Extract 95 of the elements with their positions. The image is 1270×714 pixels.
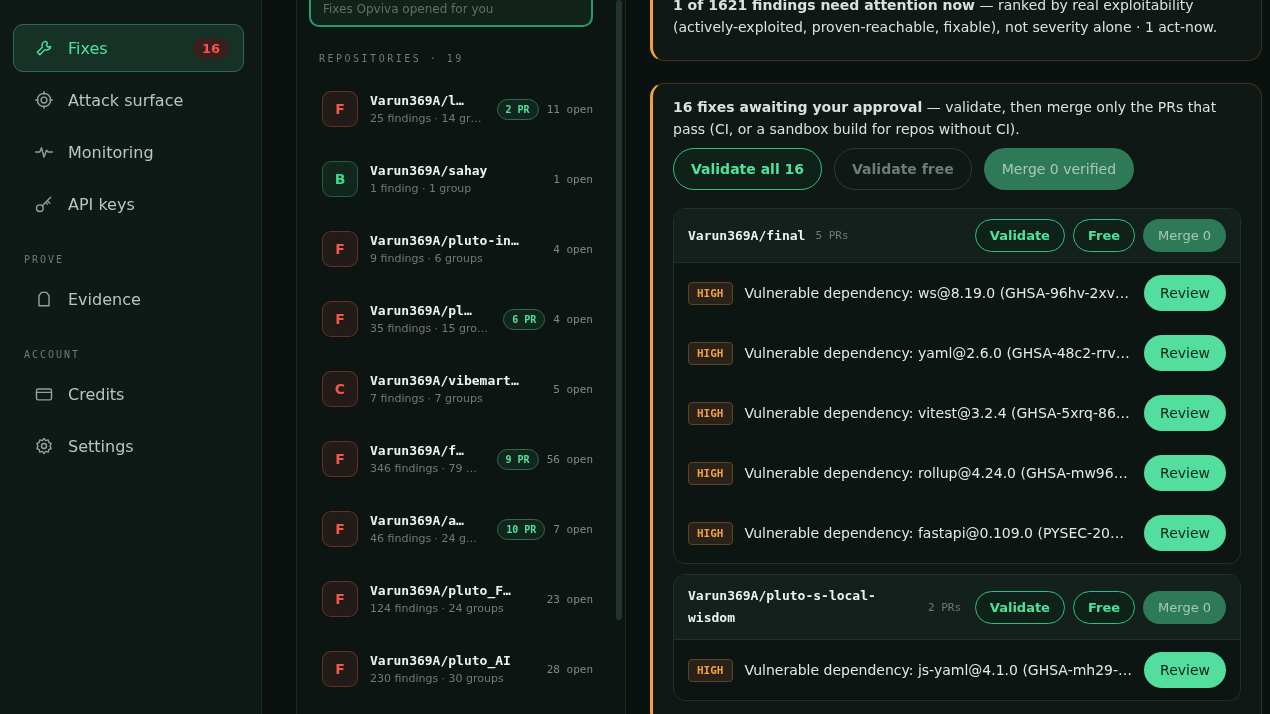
- key-icon: [34, 194, 54, 214]
- repo-meta: 1 finding · 1 group: [370, 182, 473, 195]
- severity-badge: HIGH: [688, 658, 733, 682]
- finding-title: Vulnerable dependency: js-yaml@4.1.0 (GHSA-mh29-…: [744, 662, 1133, 678]
- open-count: 11 open: [546, 102, 593, 116]
- review-button[interactable]: Review: [1144, 275, 1227, 311]
- pr-count: 2 PRs: [928, 600, 963, 614]
- repo-name: Varun369A/pluto_AI: [370, 653, 512, 668]
- section-label: ACCOUNT: [23, 348, 82, 362]
- repo-name: Varun369A/f…: [370, 443, 465, 458]
- nav-item[interactable]: Attack surface: [13, 76, 244, 124]
- repo-item[interactable]: B Varun369A/sahay 1 finding · 1 group 1 open: [309, 144, 593, 214]
- nav-item[interactable]: Evidence: [13, 275, 244, 323]
- open-count: 4 open: [553, 242, 593, 256]
- grade-badge: C: [322, 371, 358, 407]
- severity-badge: HIGH: [688, 461, 733, 485]
- scrollbar[interactable]: [616, 0, 622, 620]
- repo-item[interactable]: F Varun369A/pluto-in… 9 findings · 6 groups 4 open: [309, 214, 593, 284]
- grade-badge: F: [322, 301, 358, 337]
- section-label: REPOSITORIES · 19: [319, 53, 465, 64]
- repo-name: Varun369A/l…: [370, 93, 465, 108]
- repo-item[interactable]: C Varun369A/vibemart… 7 findings · 7 groups 5 open: [309, 354, 593, 424]
- open-count: 4 open: [553, 312, 593, 326]
- pr-badge: 9 PR: [496, 448, 539, 470]
- nav-item[interactable]: API keys: [13, 180, 244, 228]
- repo-item[interactable]: F Varun369A/f… 346 findings · 79 … 9 PR 56 open: [309, 424, 593, 494]
- gear-icon: [34, 436, 54, 456]
- open-count: 5 open: [553, 382, 593, 396]
- repo-item[interactable]: F Varun369A/a… 46 findings · 24 g… 10 PR 7 open: [309, 494, 593, 564]
- review-button[interactable]: Review: [1144, 455, 1227, 491]
- grade-badge: F: [322, 581, 358, 617]
- grade-badge: F: [322, 651, 358, 687]
- grade-badge: B: [322, 161, 358, 197]
- repo-item[interactable]: F Varun369A/pluto_F… 124 findings · 24 groups 23 open: [309, 564, 593, 634]
- action-button[interactable]: Free: [1072, 219, 1136, 252]
- nav-item[interactable]: Monitoring: [13, 128, 244, 176]
- open-count: 28 open: [546, 662, 593, 676]
- review-button[interactable]: Review: [1144, 395, 1227, 431]
- repo-name: Varun369A/vibemart…: [370, 373, 520, 388]
- open-count: 1 open: [553, 172, 593, 186]
- finding-title: Vulnerable dependency: fastapi@0.109.0 (PYSEC-20…: [744, 525, 1125, 541]
- repo-name: Varun369A/a…: [370, 513, 465, 528]
- section-label: PROVE: [23, 253, 66, 267]
- repo-meta: 346 findings · 79 …: [370, 462, 479, 475]
- finding-title: Vulnerable dependency: yaml@2.6.0 (GHSA-48c2-rrv…: [744, 345, 1131, 361]
- finding-title: Vulnerable dependency: vitest@3.2.4 (GHSA-5xrq-86…: [744, 405, 1131, 421]
- grade-badge: F: [322, 511, 358, 547]
- notice-text: Fixes Opviva opened for you: [323, 2, 494, 16]
- wrench-icon: [34, 38, 54, 58]
- repo-name: Varun369A/final: [688, 226, 806, 245]
- action-button[interactable]: Validate: [974, 590, 1065, 624]
- severity-badge: HIGH: [688, 401, 733, 425]
- review-button[interactable]: Review: [1144, 652, 1227, 688]
- grade-badge: F: [322, 91, 358, 127]
- repo-meta: 46 findings · 24 g…: [370, 532, 479, 545]
- alert-text: 1 of 1621 findings need attention now — ranked by real exploitability (actively-exploited, proven-reachable, fixable), not severity alone · 1 act-now.: [673, 0, 1219, 37]
- action-button[interactable]: Free: [1072, 590, 1136, 624]
- finding-title: Vulnerable dependency: rollup@4.24.0 (GHSA-mw96…: [744, 465, 1129, 481]
- nav-item[interactable]: Fixes 16: [13, 24, 244, 72]
- severity-badge: HIGH: [688, 281, 733, 305]
- pr-count: 5 PRs: [815, 229, 850, 242]
- review-button[interactable]: Review: [1144, 335, 1227, 371]
- repo-name: Varun369A/pluto_F…: [370, 583, 512, 598]
- severity-badge: HIGH: [688, 521, 733, 545]
- repo-meta: 230 findings · 30 groups: [370, 672, 505, 685]
- repo-name: Varun369A/pluto-s-local-wisdom: [688, 587, 877, 627]
- action-button[interactable]: Validate: [974, 219, 1065, 252]
- repo-name: Varun369A/sahay: [370, 163, 489, 178]
- target-icon: [34, 90, 54, 110]
- repo-meta: 35 findings · 15 gro…: [370, 322, 490, 335]
- review-button[interactable]: Review: [1144, 515, 1227, 551]
- open-count: 7 open: [553, 522, 593, 536]
- repo-name: Varun369A/pl…: [370, 303, 473, 318]
- pr-badge: 6 PR: [503, 308, 546, 330]
- repo-meta: 7 findings · 7 groups: [370, 392, 484, 405]
- pr-badge: 2 PR: [496, 98, 539, 120]
- count-badge: 16: [192, 37, 229, 59]
- approval-text: 16 fixes awaiting your approval — validate, then merge only the PRs that pass (CI, or a sandbox build for repos without CI).: [673, 98, 1218, 139]
- finding-title: Vulnerable dependency: ws@8.19.0 (GHSA-96hv-2xv…: [744, 285, 1131, 301]
- pr-badge: 10 PR: [497, 518, 546, 540]
- grade-badge: F: [322, 441, 358, 477]
- repo-item[interactable]: F Varun369A/pl… 35 findings · 15 gro… 6 PR 4 open: [309, 284, 593, 354]
- repo-item[interactable]: F Varun369A/pluto_AI 230 findings · 30 groups 28 open: [309, 634, 593, 704]
- repo-meta: 124 findings · 24 groups: [370, 602, 505, 615]
- repo-meta: 9 findings · 6 groups: [370, 252, 484, 265]
- grade-badge: F: [322, 231, 358, 267]
- repo-meta: 25 findings · 14 gr…: [370, 112, 483, 125]
- repo-name: Varun369A/pluto-in…: [370, 233, 520, 248]
- open-count: 23 open: [546, 592, 593, 606]
- nav-item[interactable]: Settings: [13, 422, 244, 470]
- severity-badge: HIGH: [688, 341, 733, 365]
- repo-item[interactable]: F Varun369A/l… 25 findings · 14 gr… 2 PR 11 open: [309, 74, 593, 144]
- nav-item[interactable]: Credits: [13, 370, 244, 418]
- open-count: 56 open: [546, 452, 593, 466]
- action-button[interactable]: Validate all 16: [673, 148, 823, 190]
